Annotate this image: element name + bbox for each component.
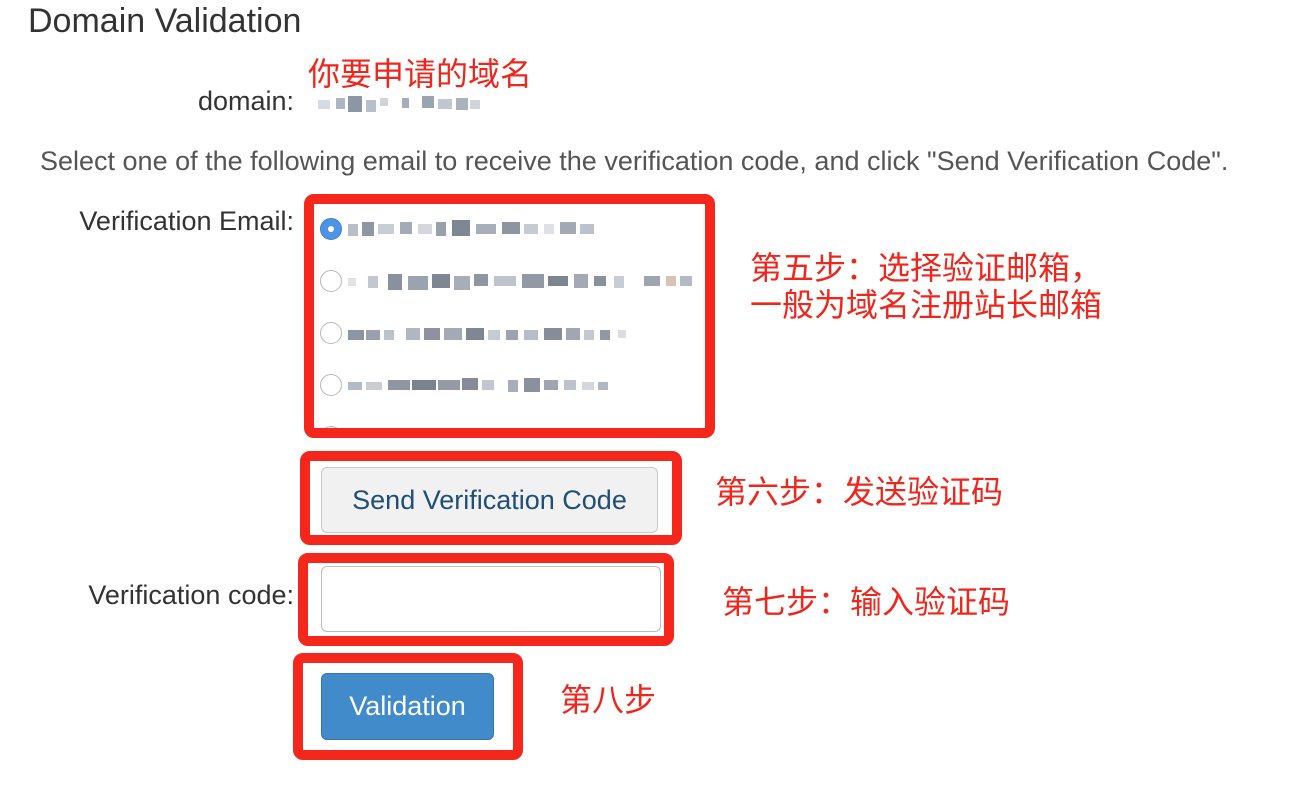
domain-value-redacted	[318, 96, 480, 112]
annotation-step5-line1: 第五步：选择验证邮箱，	[750, 249, 1103, 287]
annotation-step5: 第五步：选择验证邮箱， 一般为域名注册站长邮箱	[750, 250, 1102, 324]
highlight-box-validation-button	[293, 653, 523, 760]
annotation-domain-note: 你要申请的域名	[308, 55, 533, 93]
highlight-box-email-options	[304, 194, 715, 438]
verification-email-label: Verification Email:	[79, 206, 294, 236]
annotation-step6: 第六步：发送验证码	[715, 473, 1004, 511]
verification-code-label: Verification code:	[88, 580, 294, 610]
annotation-step5-line2: 一般为域名注册站长邮箱	[750, 285, 1103, 324]
annotation-step7: 第七步：输入验证码	[722, 583, 1011, 621]
highlight-box-code-input	[298, 553, 674, 646]
domain-label: domain:	[197, 86, 294, 116]
highlight-box-send-button	[300, 451, 682, 545]
page-title: Domain Validation	[28, 2, 302, 40]
annotation-step8: 第八步	[560, 681, 657, 719]
instruction-text: Select one of the following email to rec…	[40, 146, 1229, 176]
